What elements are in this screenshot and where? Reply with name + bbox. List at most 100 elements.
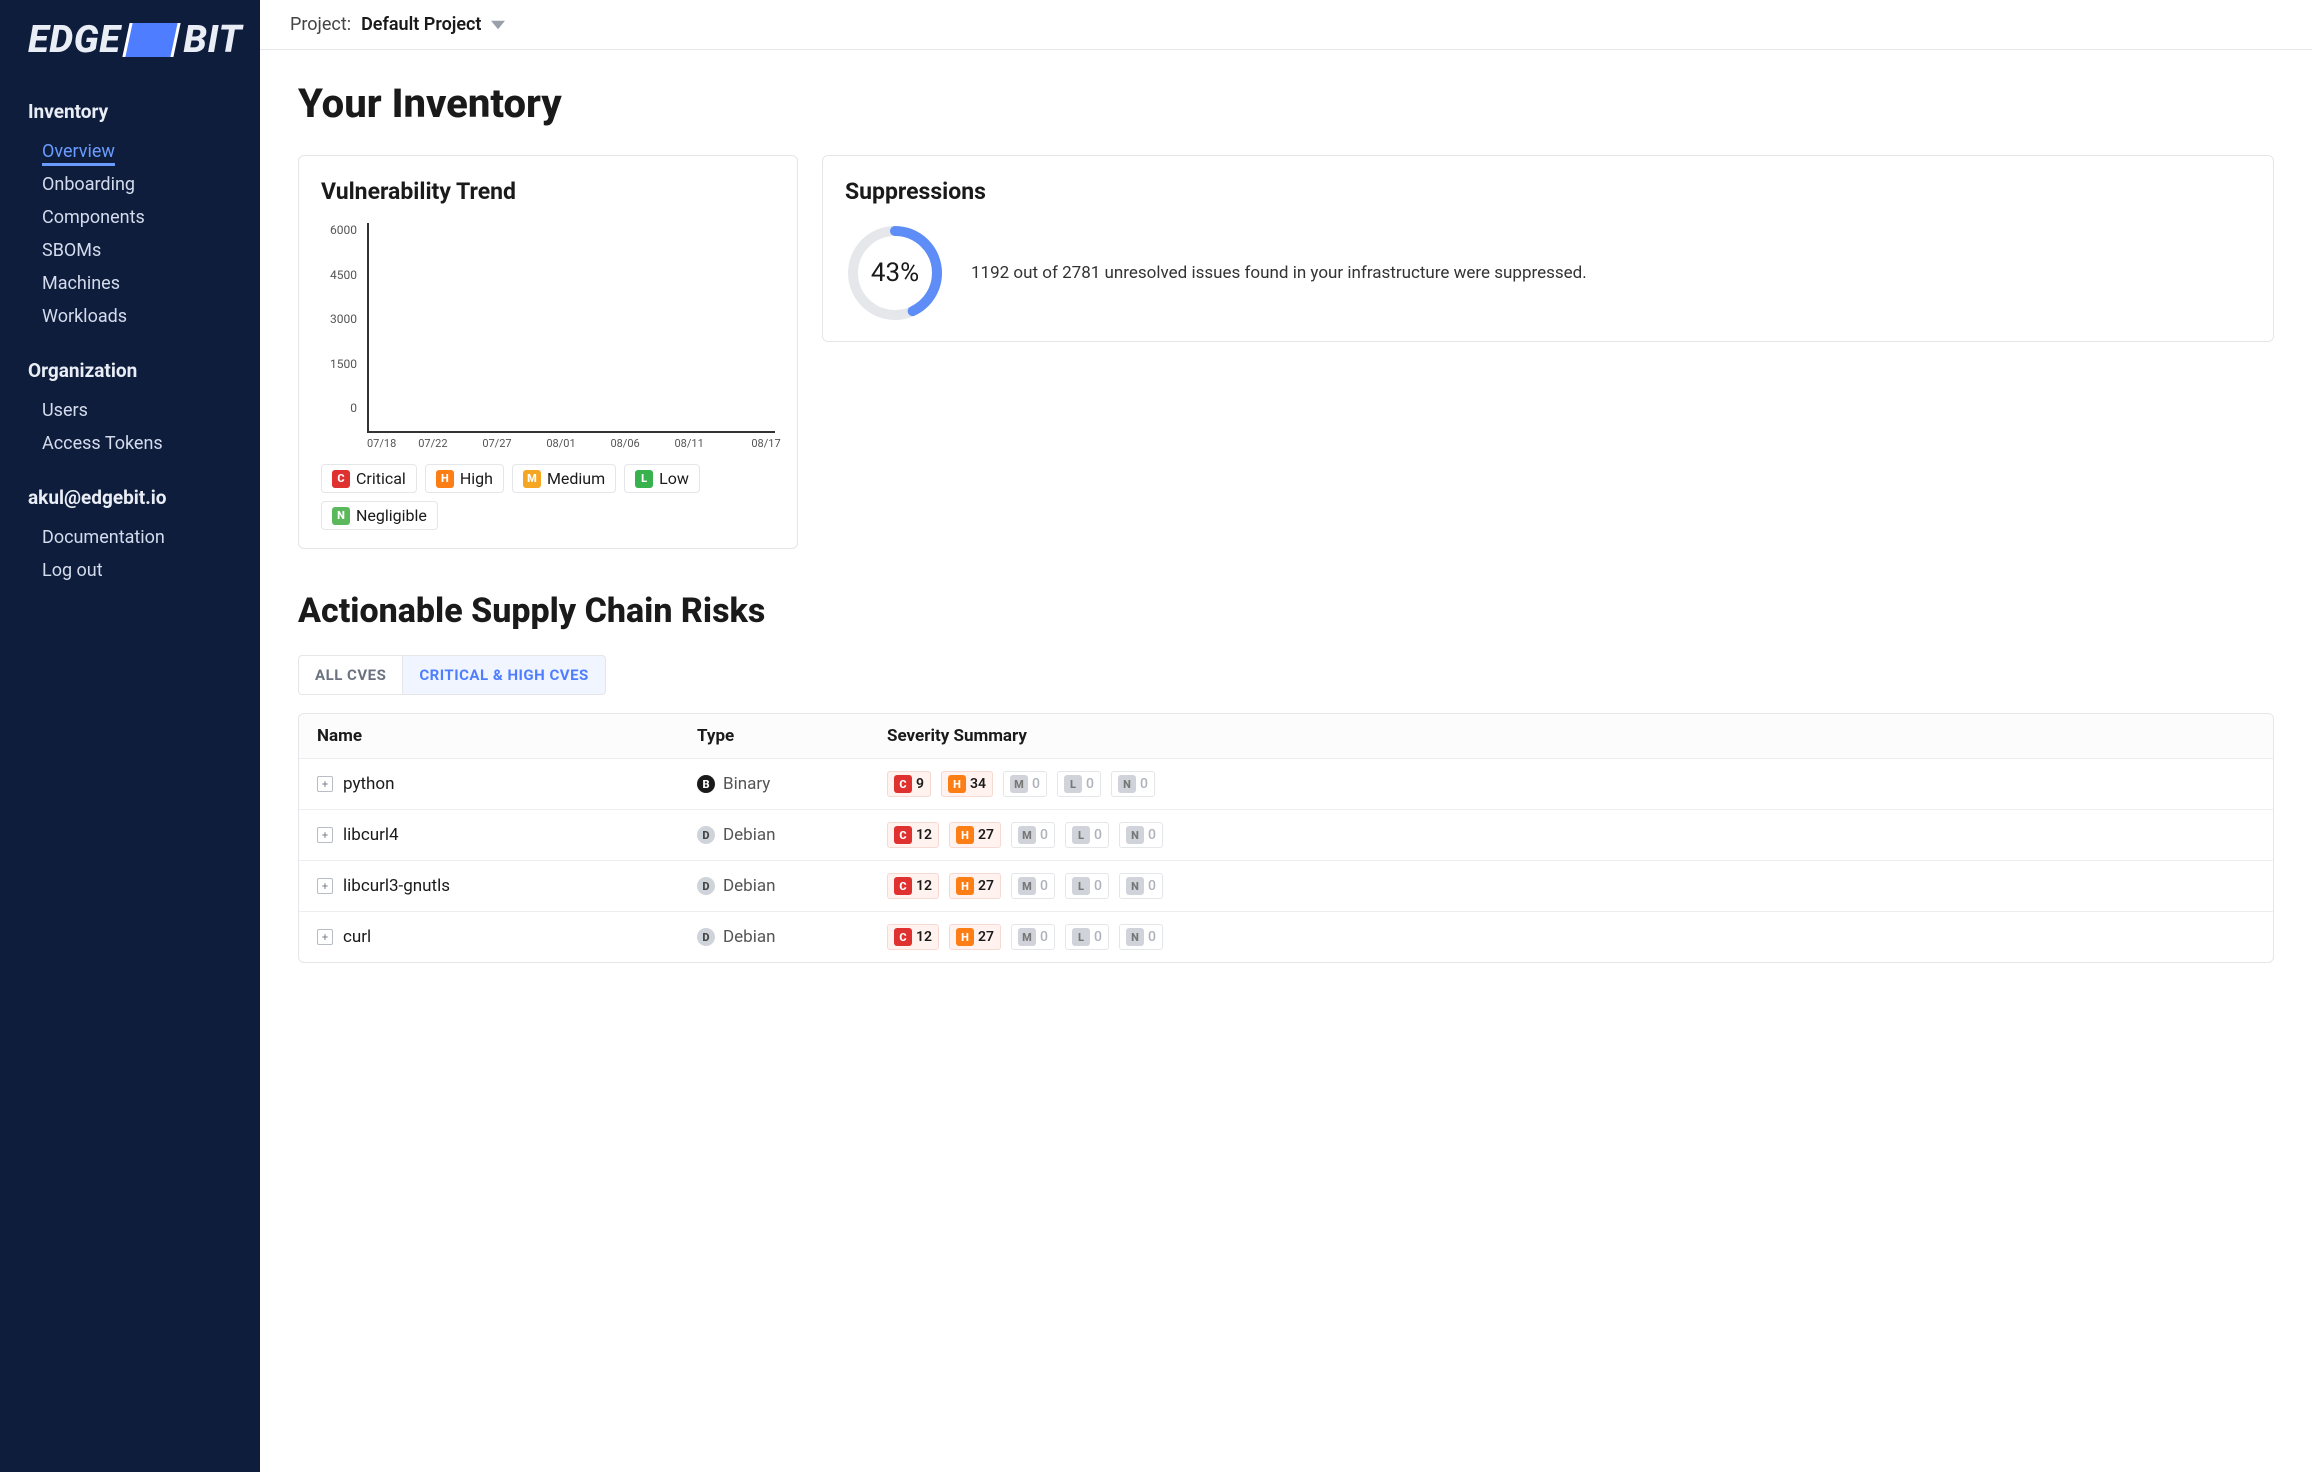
x-tick bbox=[444, 437, 455, 450]
vulnerability-trend-card: Vulnerability Trend 60004500300015000 07… bbox=[298, 155, 798, 549]
legend-c[interactable]: CCritical bbox=[321, 464, 417, 493]
x-tick bbox=[726, 437, 737, 450]
type-badge-icon: D bbox=[697, 877, 715, 895]
project-value: Default Project bbox=[361, 14, 481, 35]
type-badge-icon: D bbox=[697, 826, 715, 844]
sev-badge-m-icon: M bbox=[1018, 928, 1036, 946]
x-tick bbox=[457, 437, 468, 450]
sidebar-item-users[interactable]: Users bbox=[28, 394, 242, 427]
sev-pill-n: N0 bbox=[1119, 873, 1163, 899]
sev-badge-h-icon: H bbox=[956, 928, 974, 946]
nav-section-title: akul@edgebit.io bbox=[28, 486, 242, 509]
sev-pill-l: L0 bbox=[1065, 822, 1109, 848]
x-tick: 07/22 bbox=[418, 437, 429, 450]
sev-badge-c-icon: C bbox=[894, 877, 912, 895]
table-row[interactable]: +pythonBBinaryC9H34M0L0N0 bbox=[299, 758, 2273, 809]
legend-h[interactable]: HHigh bbox=[425, 464, 504, 493]
sev-pill-m: M0 bbox=[1011, 822, 1055, 848]
sev-badge-m-icon: M bbox=[1018, 826, 1036, 844]
table-header: NameTypeSeverity Summary bbox=[299, 714, 2273, 758]
legend-n[interactable]: NNegligible bbox=[321, 501, 438, 530]
table-col-name: Name bbox=[317, 726, 697, 746]
expand-icon[interactable]: + bbox=[317, 776, 333, 792]
sev-badge-m-icon: M bbox=[1010, 775, 1028, 793]
suppressions-ring: 43% bbox=[845, 223, 945, 323]
sidebar-item-documentation[interactable]: Documentation bbox=[28, 521, 242, 554]
sev-pill-c: C12 bbox=[887, 924, 939, 950]
suppr-card-title: Suppressions bbox=[845, 178, 2251, 205]
x-tick bbox=[521, 437, 532, 450]
legend-m[interactable]: MMedium bbox=[512, 464, 616, 493]
x-tick bbox=[662, 437, 673, 450]
x-tick bbox=[405, 437, 416, 450]
sidebar-item-access-tokens[interactable]: Access Tokens bbox=[28, 427, 242, 460]
vuln-card-title: Vulnerability Trend bbox=[321, 178, 775, 205]
pkg-type: Debian bbox=[723, 876, 776, 896]
expand-icon[interactable]: + bbox=[317, 827, 333, 843]
sidebar-item-log-out[interactable]: Log out bbox=[28, 554, 242, 587]
table-row[interactable]: +curlDDebianC12H27M0L0N0 bbox=[299, 911, 2273, 962]
brand-bar-icon bbox=[123, 23, 181, 57]
pkg-type: Binary bbox=[723, 774, 770, 794]
sev-pill-c: C9 bbox=[887, 771, 931, 797]
cve-tabs: ALL CVESCRITICAL & HIGH CVES bbox=[298, 655, 2274, 695]
sev-count: 0 bbox=[1086, 776, 1094, 792]
sev-count: 12 bbox=[916, 878, 932, 894]
x-tick: 08/01 bbox=[546, 437, 557, 450]
pkg-name: libcurl3-gnutls bbox=[343, 876, 450, 896]
brand-right: BIT bbox=[183, 18, 242, 62]
chevron-down-icon bbox=[491, 18, 505, 32]
sev-count: 0 bbox=[1140, 776, 1148, 792]
x-tick bbox=[636, 437, 647, 450]
vulnerability-chart: 60004500300015000 bbox=[321, 223, 775, 433]
sidebar-item-components[interactable]: Components bbox=[28, 201, 242, 234]
pkg-name: curl bbox=[343, 927, 371, 947]
pkg-name: python bbox=[343, 774, 395, 794]
project-selector[interactable]: Project: Default Project bbox=[260, 0, 2312, 50]
sev-badge-m-icon: M bbox=[523, 470, 541, 488]
sev-count: 12 bbox=[916, 827, 932, 843]
sev-count: 0 bbox=[1094, 929, 1102, 945]
x-tick bbox=[508, 437, 519, 450]
sev-pill-h: H27 bbox=[949, 822, 1001, 848]
tab-critical-high-cves[interactable]: CRITICAL & HIGH CVES bbox=[403, 655, 605, 695]
table-col-type: Type bbox=[697, 726, 887, 746]
legend-l[interactable]: LLow bbox=[624, 464, 700, 493]
table-row[interactable]: +libcurl4DDebianC12H27M0L0N0 bbox=[299, 809, 2273, 860]
sev-count: 0 bbox=[1094, 878, 1102, 894]
sev-count: 0 bbox=[1148, 827, 1156, 843]
sev-badge-h-icon: H bbox=[956, 877, 974, 895]
sev-pill-h: H27 bbox=[949, 873, 1001, 899]
x-tick bbox=[470, 437, 481, 450]
nav-section-title: Organization bbox=[28, 359, 242, 382]
sidebar-item-machines[interactable]: Machines bbox=[28, 267, 242, 300]
sev-badge-l-icon: L bbox=[1072, 877, 1090, 895]
sev-count: 0 bbox=[1040, 827, 1048, 843]
main-area: Project: Default Project Your Inventory … bbox=[260, 0, 2312, 1472]
expand-icon[interactable]: + bbox=[317, 929, 333, 945]
sev-pill-l: L0 bbox=[1065, 873, 1109, 899]
y-tick: 0 bbox=[321, 401, 357, 415]
sev-pill-m: M0 bbox=[1011, 924, 1055, 950]
sev-pill-h: H34 bbox=[941, 771, 993, 797]
pkg-name: libcurl4 bbox=[343, 825, 399, 845]
x-tick bbox=[598, 437, 609, 450]
sev-pill-m: M0 bbox=[1011, 873, 1055, 899]
legend-label: High bbox=[460, 469, 493, 488]
tab-all-cves[interactable]: ALL CVES bbox=[298, 655, 403, 695]
sidebar-item-overview[interactable]: Overview bbox=[28, 135, 242, 168]
sev-count: 0 bbox=[1148, 878, 1156, 894]
sidebar-item-sboms[interactable]: SBOMs bbox=[28, 234, 242, 267]
x-tick bbox=[559, 437, 570, 450]
sev-badge-h-icon: H bbox=[956, 826, 974, 844]
x-tick bbox=[572, 437, 583, 450]
sidebar-item-onboarding[interactable]: Onboarding bbox=[28, 168, 242, 201]
type-badge-icon: D bbox=[697, 928, 715, 946]
sev-count: 9 bbox=[916, 776, 924, 792]
page-title: Your Inventory bbox=[298, 80, 2274, 127]
x-tick bbox=[739, 437, 750, 450]
sidebar-item-workloads[interactable]: Workloads bbox=[28, 300, 242, 333]
x-tick bbox=[380, 437, 391, 450]
table-row[interactable]: +libcurl3-gnutlsDDebianC12H27M0L0N0 bbox=[299, 860, 2273, 911]
expand-icon[interactable]: + bbox=[317, 878, 333, 894]
